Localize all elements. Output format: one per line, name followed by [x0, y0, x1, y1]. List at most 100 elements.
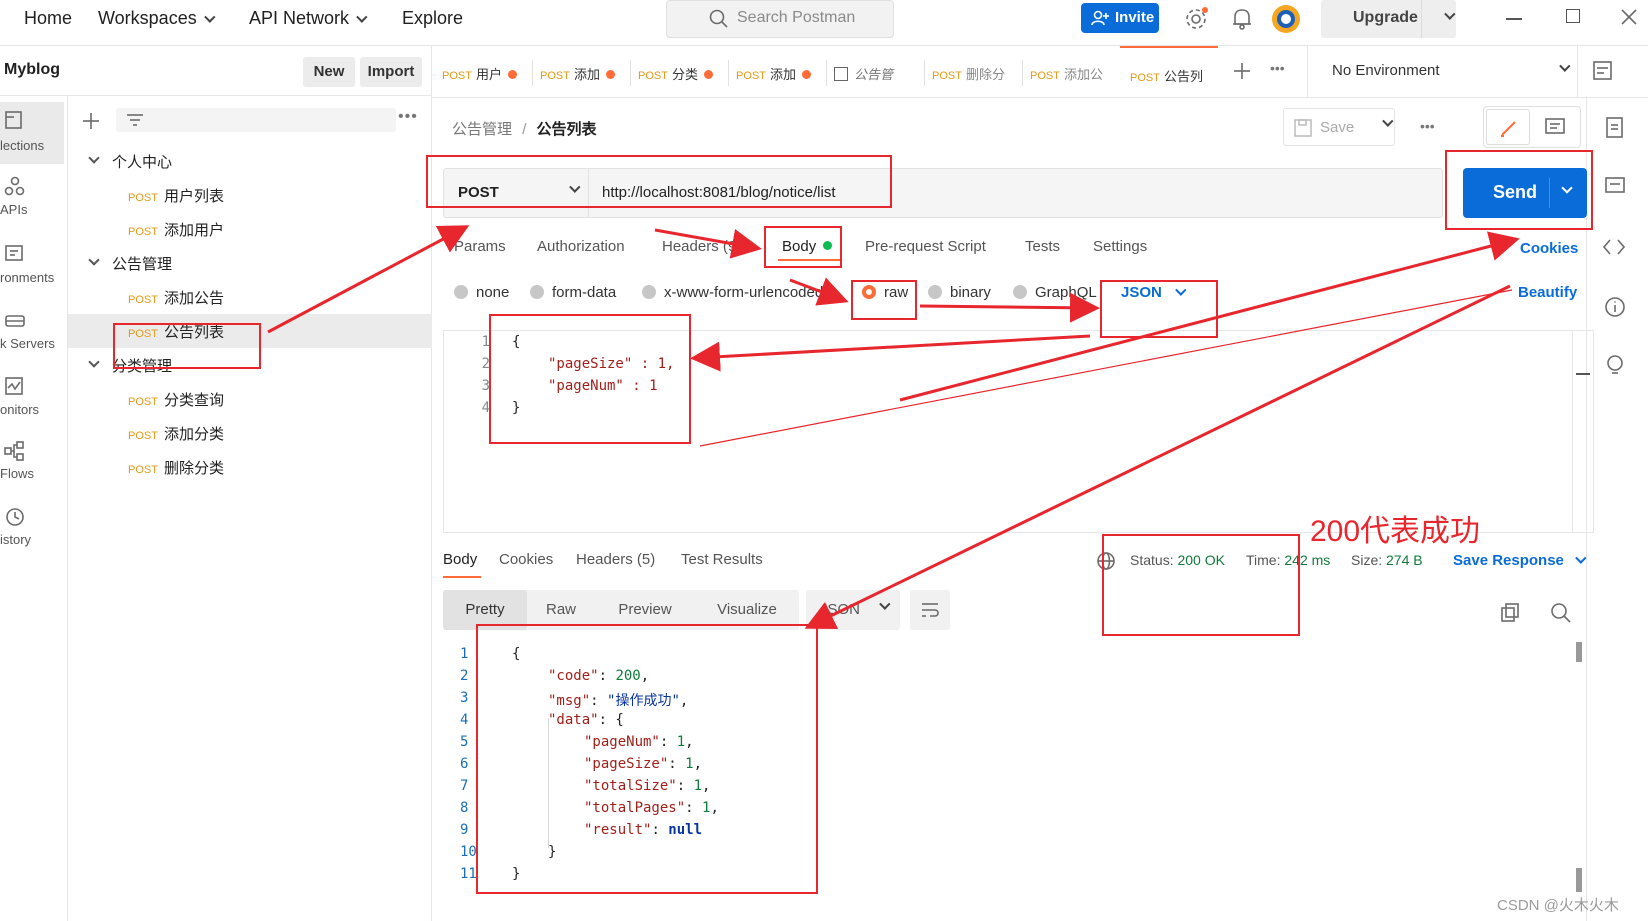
- tab-headers[interactable]: Headers (9): [662, 238, 741, 255]
- folder-tab[interactable]: 公告管: [834, 46, 914, 98]
- sidebar-item-history[interactable]: istory: [0, 506, 64, 568]
- response-size: Size: 274 B: [1351, 552, 1423, 568]
- radio-binary[interactable]: binary: [928, 284, 991, 301]
- resp-tab-body[interactable]: Body: [443, 551, 477, 568]
- upgrade-button[interactable]: Upgrade: [1321, 0, 1456, 38]
- tree-request[interactable]: POST 添加公告: [68, 280, 432, 314]
- new-tab-add-icon[interactable]: [1232, 61, 1252, 81]
- minimize-icon[interactable]: [1506, 18, 1522, 20]
- search-input[interactable]: Search Postman: [666, 0, 894, 38]
- comment-icon[interactable]: [1544, 117, 1566, 137]
- save-button[interactable]: Save: [1283, 108, 1395, 146]
- save-response-button[interactable]: Save Response: [1453, 552, 1587, 569]
- tree-request[interactable]: POST 删除分类: [68, 450, 432, 484]
- nav-home[interactable]: Home: [24, 8, 72, 29]
- invite-button[interactable]: Invite: [1081, 3, 1159, 33]
- edit-mode-button[interactable]: [1486, 109, 1530, 145]
- resp-tab-headers[interactable]: Headers (5): [576, 551, 655, 568]
- request-tab[interactable]: POST 删除分: [932, 46, 1018, 98]
- tab-authorization[interactable]: Authorization: [537, 238, 625, 255]
- radio-raw[interactable]: raw: [862, 284, 908, 301]
- add-icon[interactable]: [82, 112, 100, 130]
- tree-request-selected[interactable]: POST 公告列表: [68, 314, 432, 348]
- resp-tab-test-results[interactable]: Test Results: [681, 551, 763, 568]
- copy-icon[interactable]: [1500, 602, 1522, 624]
- tree-request[interactable]: POST 添加用户: [68, 212, 432, 246]
- scrollbar-thumb[interactable]: [1576, 642, 1582, 662]
- unsaved-dot-icon: [703, 70, 713, 79]
- sidebar-item-monitors[interactable]: onitors: [0, 374, 64, 436]
- view-pretty[interactable]: Pretty: [443, 590, 527, 630]
- request-tab-active[interactable]: POST 公告列: [1120, 46, 1218, 98]
- wrap-lines-icon: [922, 603, 939, 617]
- sidebar-item-mock-servers[interactable]: k Servers: [0, 308, 64, 370]
- environment-quick-look-icon[interactable]: [1592, 60, 1614, 82]
- watermark: CSDN @火木火木: [1497, 897, 1619, 914]
- tabs-more-icon[interactable]: •••: [1270, 60, 1285, 76]
- settings-gear-icon[interactable]: [1184, 6, 1210, 32]
- sidebar-item-flows[interactable]: Flows: [0, 440, 64, 502]
- request-tab[interactable]: POST 分类: [638, 46, 726, 98]
- info-icon[interactable]: [1604, 296, 1626, 318]
- wrap-lines-button[interactable]: [910, 590, 950, 630]
- code-icon[interactable]: [1602, 236, 1626, 258]
- request-more-icon[interactable]: •••: [1420, 118, 1435, 134]
- view-raw[interactable]: Raw: [535, 590, 587, 630]
- sidebar-item-collections[interactable]: lections: [0, 102, 64, 164]
- radio-form-data[interactable]: form-data: [530, 284, 616, 301]
- url-input[interactable]: http://localhost:8081/blog/notice/list: [602, 184, 835, 201]
- view-visualize[interactable]: Visualize: [706, 590, 788, 630]
- maximize-icon[interactable]: [1566, 9, 1580, 23]
- sidebar-item-environments[interactable]: ronments: [0, 242, 64, 304]
- request-tab[interactable]: POST 添加: [540, 46, 628, 98]
- radio-none[interactable]: none: [454, 284, 509, 301]
- radio-graphql[interactable]: GraphQL: [1013, 284, 1097, 301]
- globe-icon[interactable]: [1096, 551, 1116, 571]
- sidebar-item-apis[interactable]: APIs: [0, 172, 64, 234]
- scrollbar-thumb[interactable]: [1576, 868, 1582, 892]
- tab-params[interactable]: Params: [454, 238, 506, 255]
- method-select[interactable]: POST: [444, 169, 589, 217]
- avatar[interactable]: [1270, 3, 1302, 35]
- more-icon[interactable]: •••: [398, 108, 418, 126]
- comments-icon[interactable]: [1604, 176, 1626, 198]
- close-icon[interactable]: [1620, 8, 1638, 26]
- tab-body[interactable]: Body: [782, 238, 833, 255]
- resp-tab-cookies[interactable]: Cookies: [499, 551, 553, 568]
- nav-explore[interactable]: Explore: [402, 8, 463, 29]
- request-tab[interactable]: POST 用户: [442, 46, 530, 98]
- nav-workspaces[interactable]: Workspaces: [98, 8, 216, 29]
- breadcrumb-parent[interactable]: 公告管理: [452, 121, 512, 138]
- filter-input[interactable]: [116, 108, 396, 132]
- chevron-down-icon[interactable]: [1559, 60, 1571, 72]
- request-tab[interactable]: POST 添加公: [1030, 46, 1116, 98]
- tab-tests[interactable]: Tests: [1025, 238, 1060, 255]
- view-preview[interactable]: Preview: [610, 590, 680, 630]
- request-tab[interactable]: POST 添加: [736, 46, 824, 98]
- radio-x-www-form-urlencoded[interactable]: x-www-form-urlencoded: [642, 284, 840, 301]
- search-response-icon[interactable]: [1550, 602, 1572, 624]
- new-button[interactable]: New: [303, 57, 355, 87]
- environment-select[interactable]: No Environment: [1332, 62, 1440, 79]
- documentation-icon[interactable]: [1604, 116, 1626, 140]
- nav-api-network[interactable]: API Network: [249, 8, 368, 29]
- send-button[interactable]: Send: [1463, 168, 1587, 218]
- tree-request[interactable]: POST 添加分类: [68, 416, 432, 450]
- beautify-button[interactable]: Beautify: [1518, 284, 1577, 301]
- tab-pre-request-script[interactable]: Pre-request Script: [865, 238, 986, 255]
- cookies-link[interactable]: Cookies: [1520, 240, 1578, 257]
- chevron-down-icon: [1575, 552, 1587, 564]
- lightbulb-icon[interactable]: [1604, 354, 1626, 378]
- notifications-bell-icon[interactable]: [1230, 6, 1254, 32]
- tree-request[interactable]: POST 用户列表: [68, 178, 432, 212]
- scrollbar-thumb[interactable]: [1576, 373, 1590, 375]
- tree-request[interactable]: POST 分类查询: [68, 382, 432, 416]
- tab-settings[interactable]: Settings: [1093, 238, 1147, 255]
- tree-folder[interactable]: 公告管理: [68, 246, 432, 280]
- tree-folder[interactable]: 分类管理: [68, 348, 432, 382]
- tree-folder[interactable]: 个人中心: [68, 144, 432, 178]
- import-button[interactable]: Import: [360, 57, 422, 87]
- response-format-select[interactable]: JSON: [806, 590, 900, 630]
- body-format-select[interactable]: JSON: [1121, 284, 1187, 301]
- send-chevron-down-icon[interactable]: [1561, 182, 1573, 194]
